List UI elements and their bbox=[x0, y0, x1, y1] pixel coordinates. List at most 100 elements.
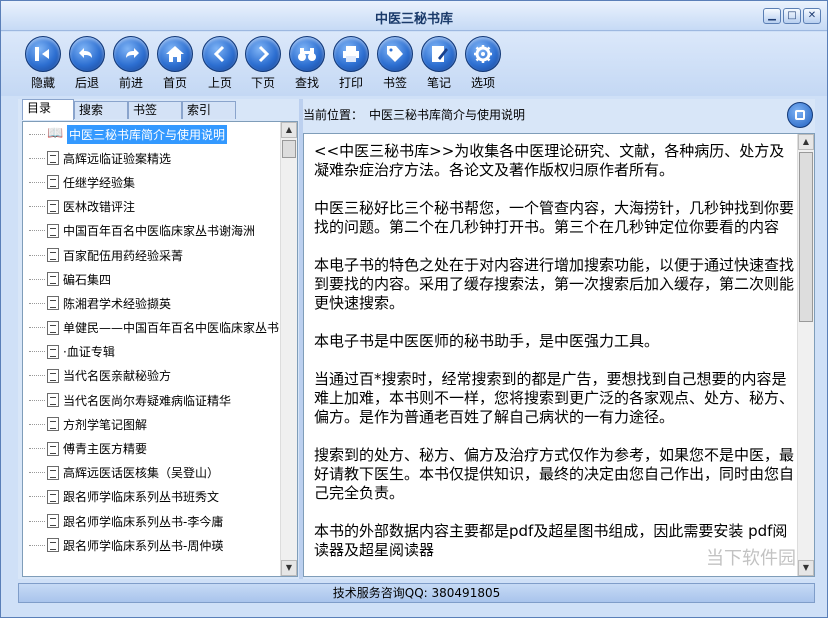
tree-item-label: 方剂学笔记图解 bbox=[63, 417, 148, 432]
tab-index[interactable]: 索引 bbox=[182, 101, 236, 119]
tree-item-label: 跟名师学临床系列丛书-李今庸 bbox=[63, 514, 224, 529]
document-icon bbox=[47, 393, 59, 408]
document-icon bbox=[47, 320, 59, 335]
notes-button[interactable]: 笔记 bbox=[417, 36, 461, 91]
sidebar: 目录 搜索 书签 索引 📖 中医三秘书库简介与使用说明 高辉远临证验案精选 任继… bbox=[18, 99, 299, 579]
document-icon bbox=[47, 199, 59, 214]
document-icon bbox=[47, 296, 59, 311]
document-icon bbox=[47, 441, 59, 456]
tree-item[interactable]: ·血证专辑 bbox=[23, 340, 279, 364]
tree-item-label: 中国百年百名中医临床家丛书谢海洲 bbox=[63, 224, 256, 239]
options-button[interactable]: 选项 bbox=[461, 36, 505, 91]
tree-items: 📖 中医三秘书库简介与使用说明 高辉远临证验案精选 任继学经验集 医林改错评注 … bbox=[23, 122, 279, 557]
scroll-up-arrow-icon[interactable]: ▲ bbox=[798, 134, 814, 150]
document-viewer[interactable]: <<中医三秘书库>>为收集各中医理论研究、文献，各种病历、处方及凝难杂症治疗方法… bbox=[303, 133, 815, 577]
tab-search[interactable]: 搜索 bbox=[74, 101, 128, 119]
paragraph: 搜索到的处方、秘方、偏方及治疗方式仅作为参考，如果您不是中医，最好请教下医生。本… bbox=[314, 446, 795, 502]
tree-item[interactable]: 高辉远医话医核集（吴登山） bbox=[23, 461, 279, 485]
scroll-down-arrow-icon[interactable]: ▼ bbox=[798, 560, 814, 576]
tree-item[interactable]: 中国百年百名中医临床家丛书谢海洲 bbox=[23, 219, 279, 243]
tree-item[interactable]: 任继学经验集 bbox=[23, 170, 279, 194]
tree-item[interactable]: 百家配伍用药经验采菁 bbox=[23, 243, 279, 267]
find-button[interactable]: 查找 bbox=[285, 36, 329, 91]
back-button[interactable]: 后退 bbox=[65, 36, 109, 91]
tab-bookmarks[interactable]: 书签 bbox=[128, 101, 182, 119]
tree-item-label: 碥石集四 bbox=[63, 272, 112, 287]
tree-item[interactable]: 当代名医尚尔寿疑难病临证精华 bbox=[23, 388, 279, 412]
tree-item-label: 当代名医亲献秘验方 bbox=[63, 369, 172, 384]
printer-icon bbox=[333, 36, 369, 72]
note-edit-icon bbox=[421, 36, 457, 72]
location-path: 中医三秘书库简介与使用说明 bbox=[369, 108, 526, 122]
back-arrow-icon bbox=[69, 36, 105, 72]
tree-item-label: 中医三秘书库简介与使用说明 bbox=[67, 124, 228, 144]
tree-item-label: 跟名师学临床系列丛书-周仲瑛 bbox=[63, 538, 224, 553]
tree-item-label: ·血证专辑 bbox=[63, 345, 115, 360]
tree-item[interactable]: 傅青主医方精要 bbox=[23, 436, 279, 460]
bookmark-tag-icon bbox=[377, 36, 413, 72]
title-bar[interactable]: 中医三秘书库 ▁ □ ✕ bbox=[1, 1, 827, 31]
home-button[interactable]: 首页 bbox=[153, 36, 197, 91]
scroll-up-arrow-icon[interactable]: ▲ bbox=[281, 122, 297, 138]
paragraph: 本电子书的特色之处在于对内容进行增加搜索功能，以便于通过快速查找到要找的内容。采… bbox=[314, 256, 795, 312]
tree-item[interactable]: 陈湘君学术经验撷英 bbox=[23, 291, 279, 315]
home-button-label: 首页 bbox=[162, 76, 187, 90]
tab-contents[interactable]: 目录 bbox=[22, 99, 74, 120]
window-toggle-icon bbox=[795, 110, 805, 120]
tree-item[interactable]: 当代名医亲献秘验方 bbox=[23, 364, 279, 388]
gear-icon bbox=[465, 36, 501, 72]
prev-page-button[interactable]: 上页 bbox=[198, 36, 242, 91]
document-icon bbox=[47, 344, 59, 359]
binoculars-icon bbox=[289, 36, 325, 72]
scroll-thumb[interactable] bbox=[799, 152, 813, 322]
scroll-down-arrow-icon[interactable]: ▼ bbox=[281, 560, 297, 576]
document-icon bbox=[47, 248, 59, 263]
tree-item-label: 医林改错评注 bbox=[63, 200, 136, 215]
tree-item[interactable]: 跟名师学临床系列丛书-周仲瑛 bbox=[23, 533, 279, 557]
tree-item[interactable]: 方剂学笔记图解 bbox=[23, 412, 279, 436]
sidebar-tabs: 目录 搜索 书签 索引 bbox=[18, 99, 299, 120]
tree-item[interactable]: 跟名师学临床系列丛书-李今庸 bbox=[23, 509, 279, 533]
document-icon bbox=[47, 368, 59, 383]
hide-panel-icon bbox=[25, 36, 61, 72]
tree-item[interactable]: 高辉远临证验案精选 bbox=[23, 146, 279, 170]
paragraph: 当通过百*搜索时，经常搜索到的都是广告，要想找到自己想要的内容是难上加难，本书则… bbox=[314, 370, 795, 426]
notes-button-label: 笔记 bbox=[426, 76, 451, 90]
tree-item-label: 跟名师学临床系列丛书班秀文 bbox=[63, 490, 220, 505]
back-button-label: 后退 bbox=[74, 76, 99, 90]
document-icon bbox=[47, 151, 59, 166]
document-icon bbox=[47, 417, 59, 432]
tree-item-label: 单健民——中国百年百名中医临床家丛书 bbox=[63, 321, 279, 336]
tree-item-label: 高辉远临证验案精选 bbox=[63, 151, 172, 166]
fullscreen-toggle-button[interactable] bbox=[787, 102, 813, 128]
window-controls: ▁ □ ✕ bbox=[761, 8, 821, 24]
tree-item[interactable]: 碥石集四 bbox=[23, 267, 279, 291]
tree-item-label: 高辉远医话医核集（吴登山） bbox=[63, 466, 220, 481]
tree-item-label: 任继学经验集 bbox=[63, 175, 136, 190]
document-icon bbox=[47, 538, 59, 553]
tree-item[interactable]: 医林改错评注 bbox=[23, 195, 279, 219]
bookmark-button-label: 书签 bbox=[382, 76, 407, 90]
forward-button[interactable]: 前进 bbox=[109, 36, 153, 91]
hide-button[interactable]: 隐藏 bbox=[21, 36, 65, 91]
find-button-label: 查找 bbox=[294, 76, 319, 90]
tree-item[interactable]: 单健民——中国百年百名中医临床家丛书 bbox=[23, 316, 279, 340]
tree-item[interactable]: 跟名师学临床系列丛书班秀文 bbox=[23, 485, 279, 509]
maximize-button[interactable]: □ bbox=[783, 8, 801, 24]
next-page-label: 下页 bbox=[250, 76, 275, 90]
watermark: 当下软件园 bbox=[706, 548, 796, 569]
options-button-label: 选项 bbox=[470, 76, 495, 90]
close-button[interactable]: ✕ bbox=[803, 8, 821, 24]
next-page-button[interactable]: 下页 bbox=[241, 36, 285, 91]
tree-item[interactable]: 📖 中医三秘书库简介与使用说明 bbox=[23, 122, 279, 146]
document-icon bbox=[47, 514, 59, 529]
home-icon bbox=[157, 36, 193, 72]
tree-scrollbar[interactable]: ▲ ▼ bbox=[280, 122, 297, 576]
content-scrollbar[interactable]: ▲ ▼ bbox=[797, 134, 814, 576]
bookmark-button[interactable]: 书签 bbox=[373, 36, 417, 91]
paragraph: 本电子书是中医医师的秘书助手，是中医强力工具。 bbox=[314, 332, 660, 350]
print-button[interactable]: 打印 bbox=[329, 36, 373, 91]
scroll-thumb[interactable] bbox=[282, 140, 296, 158]
contents-tree[interactable]: 📖 中医三秘书库简介与使用说明 高辉远临证验案精选 任继学经验集 医林改错评注 … bbox=[22, 121, 298, 577]
minimize-button[interactable]: ▁ bbox=[763, 8, 781, 24]
